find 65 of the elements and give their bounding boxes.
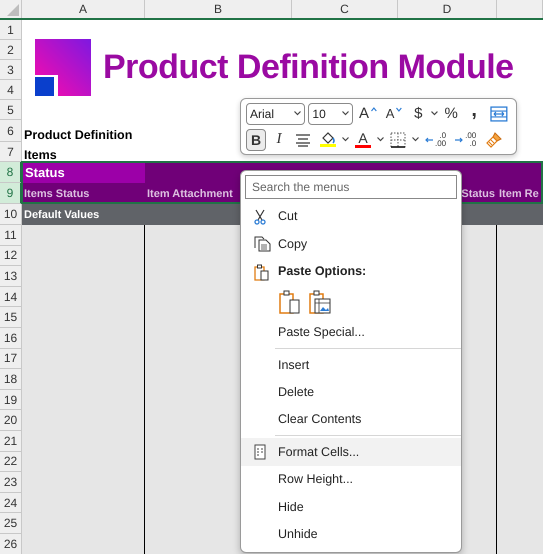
menu-item[interactable]: Copy [241,230,461,258]
caret-icon[interactable] [412,137,419,142]
column-header[interactable]: C [292,0,398,18]
paste-icon[interactable] [279,290,301,314]
arrow-icon [455,136,464,142]
decrease-decimal-button[interactable]: .00 .0 [452,128,480,150]
page-title: Product Definition Module [103,48,514,86]
borders-icon [390,132,406,148]
arrow-icon [425,136,433,142]
menu-item[interactable]: Insert [241,350,461,378]
grow-font-button[interactable]: A [356,102,380,124]
format-button[interactable]: % [441,102,462,124]
menu-item[interactable]: Format Cells... [241,438,461,466]
up-caret-icon [371,106,377,112]
paintbrush-icon [485,130,504,148]
clipboard-icon [254,264,269,281]
format-button[interactable]: $ [408,102,428,124]
menu-item[interactable]: Row Height... [241,466,461,494]
column-header[interactable]: A [22,0,145,18]
caret-icon[interactable] [377,137,384,142]
section-header: Status [22,162,145,183]
paste-picture-icon[interactable] [309,290,331,314]
shrink-font-button[interactable]: A [382,102,406,124]
wrap-text-icon [490,106,508,122]
menu-item[interactable]: Clear Contents [241,406,461,434]
column-heading: Item Re [499,188,539,200]
paint-bucket-icon [320,132,336,144]
increase-decimal-button[interactable]: .0 .00 [422,128,450,150]
menu-item[interactable]: Delete [241,378,461,406]
row-header[interactable]: 1 [0,20,22,40]
row-header[interactable]: 5 [0,100,22,120]
menu-item[interactable]: Hide [241,493,461,521]
align-center-icon [295,132,311,146]
bold-button[interactable]: B [246,128,266,150]
logo-icon [35,38,91,96]
column-heading: Items Status [24,188,90,200]
row-header[interactable]: 3 [0,60,22,80]
row-header[interactable]: 2 [0,40,22,60]
column-header[interactable]: B [145,0,292,18]
search-field[interactable]: Search the menus [245,175,457,199]
row-header[interactable]: 8 [0,162,22,183]
font-color-button[interactable]: A [352,128,374,150]
caret-icon[interactable] [431,111,438,116]
down-caret-icon [396,106,402,112]
format-cells-icon [254,444,266,460]
font-select[interactable]: Arial [246,102,306,124]
row-header[interactable]: 6 [0,120,22,142]
section-label: Items [24,148,57,162]
menu-item[interactable]: Unhide [241,520,461,548]
row-header[interactable]: 4 [0,80,22,100]
column-header[interactable]: D [398,0,497,18]
caret-icon[interactable] [342,137,349,142]
row-header[interactable]: 9 [0,183,22,204]
italic-button[interactable]: I [269,128,289,150]
copy-icon [254,236,271,252]
scissors-icon [254,208,266,225]
format-button[interactable]: , [464,102,484,124]
menu-item[interactable]: Paste Special... [241,318,461,346]
section-label: Product Definition [24,128,132,142]
font-size-select[interactable]: 10 [308,102,353,124]
caret-icon[interactable] [342,111,349,116]
caret-icon[interactable] [294,111,302,116]
column-heading: Item Attachment [147,188,233,200]
menu-heading: Paste Options: [278,264,366,278]
column-heading: Status [461,188,495,200]
